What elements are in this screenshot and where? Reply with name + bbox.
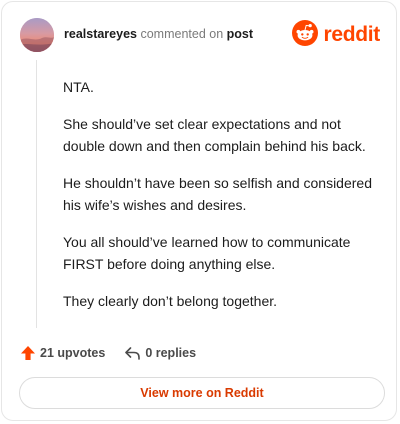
username-link[interactable]: realstareyes <box>64 27 137 41</box>
comment-paragraph: He shouldn’t have been so selfish and co… <box>63 175 372 213</box>
reddit-brand[interactable]: reddit <box>292 19 380 51</box>
post-link[interactable]: post <box>227 27 253 41</box>
comment-paragraph: She should’ve set clear expectations and… <box>63 116 366 154</box>
comment-paragraph: They clearly don’t belong together. <box>63 293 278 309</box>
comment-body: NTA. She should’ve set clear expectation… <box>63 76 383 327</box>
reply-button[interactable]: 0 replies <box>124 345 196 361</box>
upvote-button[interactable]: 21 upvotes <box>20 345 105 361</box>
comment-header: realstareyes commented on post reddit <box>20 18 380 54</box>
upvote-arrow-icon <box>20 345 40 361</box>
view-more-button[interactable]: View more on Reddit <box>19 377 385 409</box>
upvote-count: 21 upvotes <box>40 346 106 360</box>
thread-line <box>36 60 37 328</box>
reddit-wordmark: reddit <box>323 23 380 46</box>
comment-meta: realstareyes commented on post <box>64 27 253 41</box>
reddit-comment-embed: realstareyes commented on post reddit NT… <box>1 1 397 421</box>
comment-actions: 21 upvotes 0 replies <box>20 343 196 363</box>
reddit-logo-icon <box>292 19 319 51</box>
user-avatar[interactable] <box>20 18 54 52</box>
comment-paragraph: NTA. <box>63 79 94 95</box>
reply-arrow-icon <box>124 345 145 361</box>
reply-count: 0 replies <box>145 346 197 360</box>
action-text: commented on <box>140 27 224 41</box>
comment-paragraph: You all should’ve learned how to communi… <box>63 234 351 272</box>
